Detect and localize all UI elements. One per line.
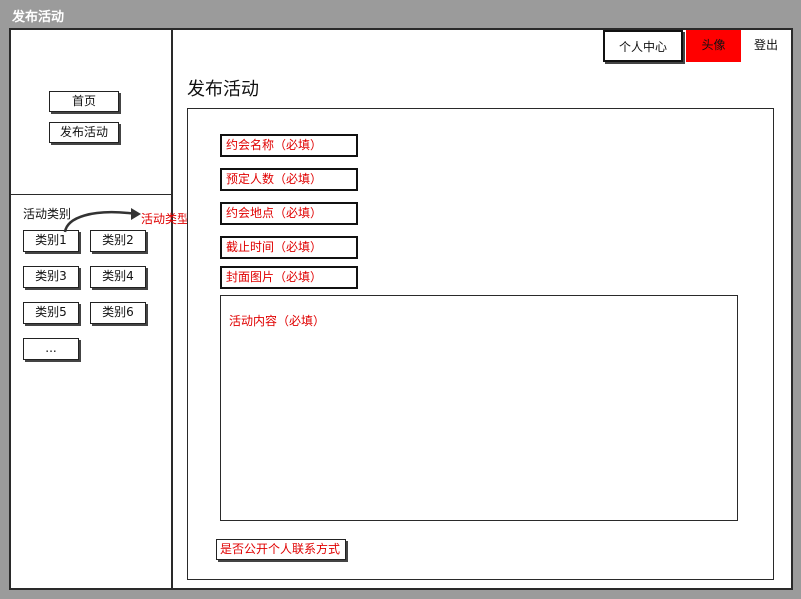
category-more-button[interactable]: ... <box>23 338 79 360</box>
nav-publish-activity-button[interactable]: 发布活动 <box>49 122 119 143</box>
activity-content-textarea[interactable]: 活动内容（必填） <box>220 295 738 521</box>
content-placeholder: 活动内容（必填） <box>229 314 326 328</box>
publish-form: 约会名称（必填） 预定人数（必填） 约会地点（必填） 截止时间（必填） 封面图片… <box>187 108 774 580</box>
public-contact-button[interactable]: 是否公开个人联系方式 <box>216 539 346 560</box>
app-frame: 首页 发布活动 活动类别 类别1 类别2 类别3 类别4 类别5 类别6 ...… <box>9 28 793 590</box>
personal-center-button[interactable]: 个人中心 <box>603 30 683 62</box>
category-5-button[interactable]: 类别5 <box>23 302 79 324</box>
category-4-button[interactable]: 类别4 <box>90 266 146 288</box>
curved-arrow-icon <box>63 208 141 233</box>
headcount-field[interactable]: 预定人数（必填） <box>220 168 358 191</box>
category-annotation: 活动类型 <box>141 212 190 226</box>
category-3-button[interactable]: 类别3 <box>23 266 79 288</box>
cover-image-field[interactable]: 封面图片（必填） <box>220 266 358 289</box>
category-6-button[interactable]: 类别6 <box>90 302 146 324</box>
location-field[interactable]: 约会地点（必填） <box>220 202 358 225</box>
window-title: 发布活动 <box>0 0 801 28</box>
nav-home-button[interactable]: 首页 <box>49 91 119 112</box>
appointment-name-field[interactable]: 约会名称（必填） <box>220 134 358 157</box>
sidebar-divider <box>11 194 171 195</box>
avatar[interactable]: 头像 <box>686 30 741 62</box>
deadline-field[interactable]: 截止时间（必填） <box>220 236 358 259</box>
page-title: 发布活动 <box>187 79 259 100</box>
logout-button[interactable]: 登出 <box>741 30 791 62</box>
sidebar: 首页 发布活动 活动类别 类别1 类别2 类别3 类别4 类别5 类别6 ... <box>11 30 173 588</box>
